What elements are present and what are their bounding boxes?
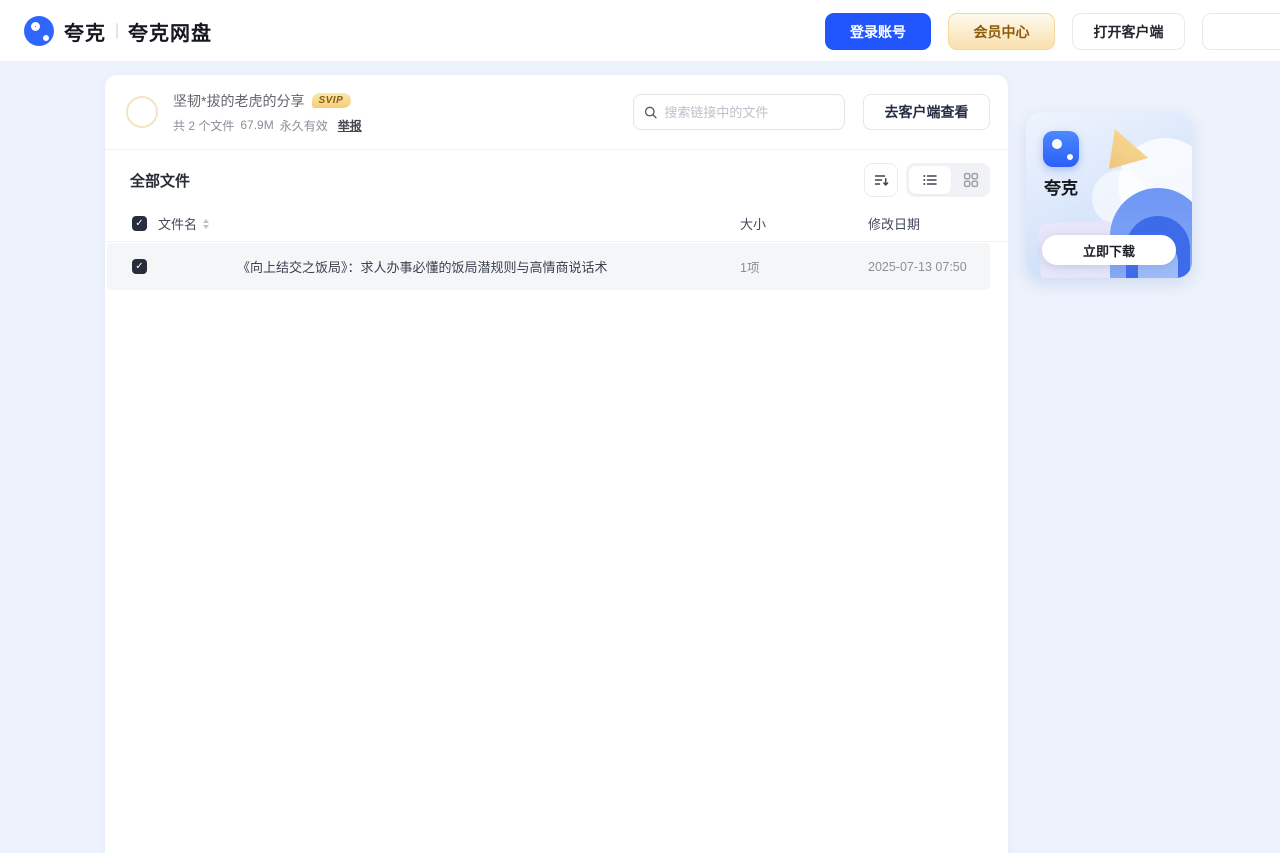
brand-group: 夸克 夸克网盘	[24, 0, 212, 62]
brand-divider	[116, 23, 118, 39]
svip-badge: SVIP	[312, 93, 351, 108]
file-count: 共 2 个文件	[173, 117, 234, 134]
check-icon: ✓	[135, 262, 143, 272]
select-all-checkbox[interactable]: ✓	[132, 216, 147, 231]
view-in-client-button[interactable]: 去客户端查看	[863, 94, 990, 130]
share-header: 坚韧*拔的老虎的分享 SVIP 共 2 个文件 67.9M 永久有效 举报 去客…	[105, 75, 1008, 150]
share-title: 坚韧*拔的老虎的分享	[173, 91, 304, 111]
share-header-right: 去客户端查看	[633, 94, 990, 130]
sharer-avatar	[126, 96, 158, 128]
grid-view-button[interactable]	[951, 172, 990, 188]
member-center-button[interactable]: 会员中心	[948, 13, 1055, 50]
top-navigation-bar: 夸克 夸克网盘 登录账号 会员中心 打开客户端	[0, 0, 1280, 62]
quark-app-icon	[1043, 131, 1079, 167]
app-promo-card[interactable]: 夸克 立即下载	[1026, 112, 1192, 278]
download-now-button[interactable]: 立即下载	[1042, 235, 1176, 265]
search-input[interactable]	[664, 105, 834, 120]
search-icon	[644, 105, 657, 120]
product-name: 夸克网盘	[128, 17, 212, 46]
search-box[interactable]	[633, 94, 845, 130]
share-meta: 共 2 个文件 67.9M 永久有效 举报	[173, 117, 362, 134]
column-header-size[interactable]: 大小	[740, 214, 868, 233]
promo-app-name: 夸克	[1044, 174, 1078, 199]
column-header-date[interactable]: 修改日期	[868, 214, 1008, 233]
file-name[interactable]: 《向上结交之饭局》：求人办事必懂的饭局潜规则与高情商说话术	[158, 257, 740, 276]
file-size: 1项	[740, 257, 868, 276]
validity: 永久有效	[280, 117, 328, 134]
file-row[interactable]: ✓ 《向上结交之饭局》：求人办事必懂的饭局潜规则与高情商说话术 1项 2025-…	[107, 243, 990, 290]
file-toolbar: 全部文件	[105, 163, 1008, 197]
file-date: 2025-07-13 07:50	[868, 260, 990, 274]
sort-order-button[interactable]	[864, 163, 898, 197]
table-header: ✓ 文件名 大小 修改日期	[105, 206, 1008, 242]
section-title: 全部文件	[130, 170, 190, 191]
column-header-name[interactable]: 文件名	[158, 214, 197, 233]
list-view-button[interactable]	[909, 166, 951, 194]
view-mode-toggle	[906, 163, 990, 197]
grid-view-icon	[963, 172, 979, 188]
login-button[interactable]: 登录账号	[825, 13, 931, 50]
share-panel: 坚韧*拔的老虎的分享 SVIP 共 2 个文件 67.9M 永久有效 举报 去客…	[105, 75, 1008, 853]
report-link[interactable]: 举报	[338, 117, 362, 134]
extra-header-button[interactable]	[1202, 13, 1280, 50]
list-view-icon	[922, 172, 938, 188]
total-size: 67.9M	[240, 118, 273, 132]
sort-order-icon	[873, 172, 889, 188]
share-info: 坚韧*拔的老虎的分享 SVIP 共 2 个文件 67.9M 永久有效 举报	[173, 91, 362, 134]
row-checkbox[interactable]: ✓	[132, 259, 147, 274]
brand-name: 夸克	[64, 17, 106, 46]
open-client-button[interactable]: 打开客户端	[1072, 13, 1185, 50]
check-icon: ✓	[135, 219, 143, 229]
name-sort-caret-icon[interactable]	[203, 219, 209, 229]
header-actions: 登录账号 会员中心 打开客户端	[825, 13, 1280, 50]
quark-logo-icon	[24, 16, 54, 46]
